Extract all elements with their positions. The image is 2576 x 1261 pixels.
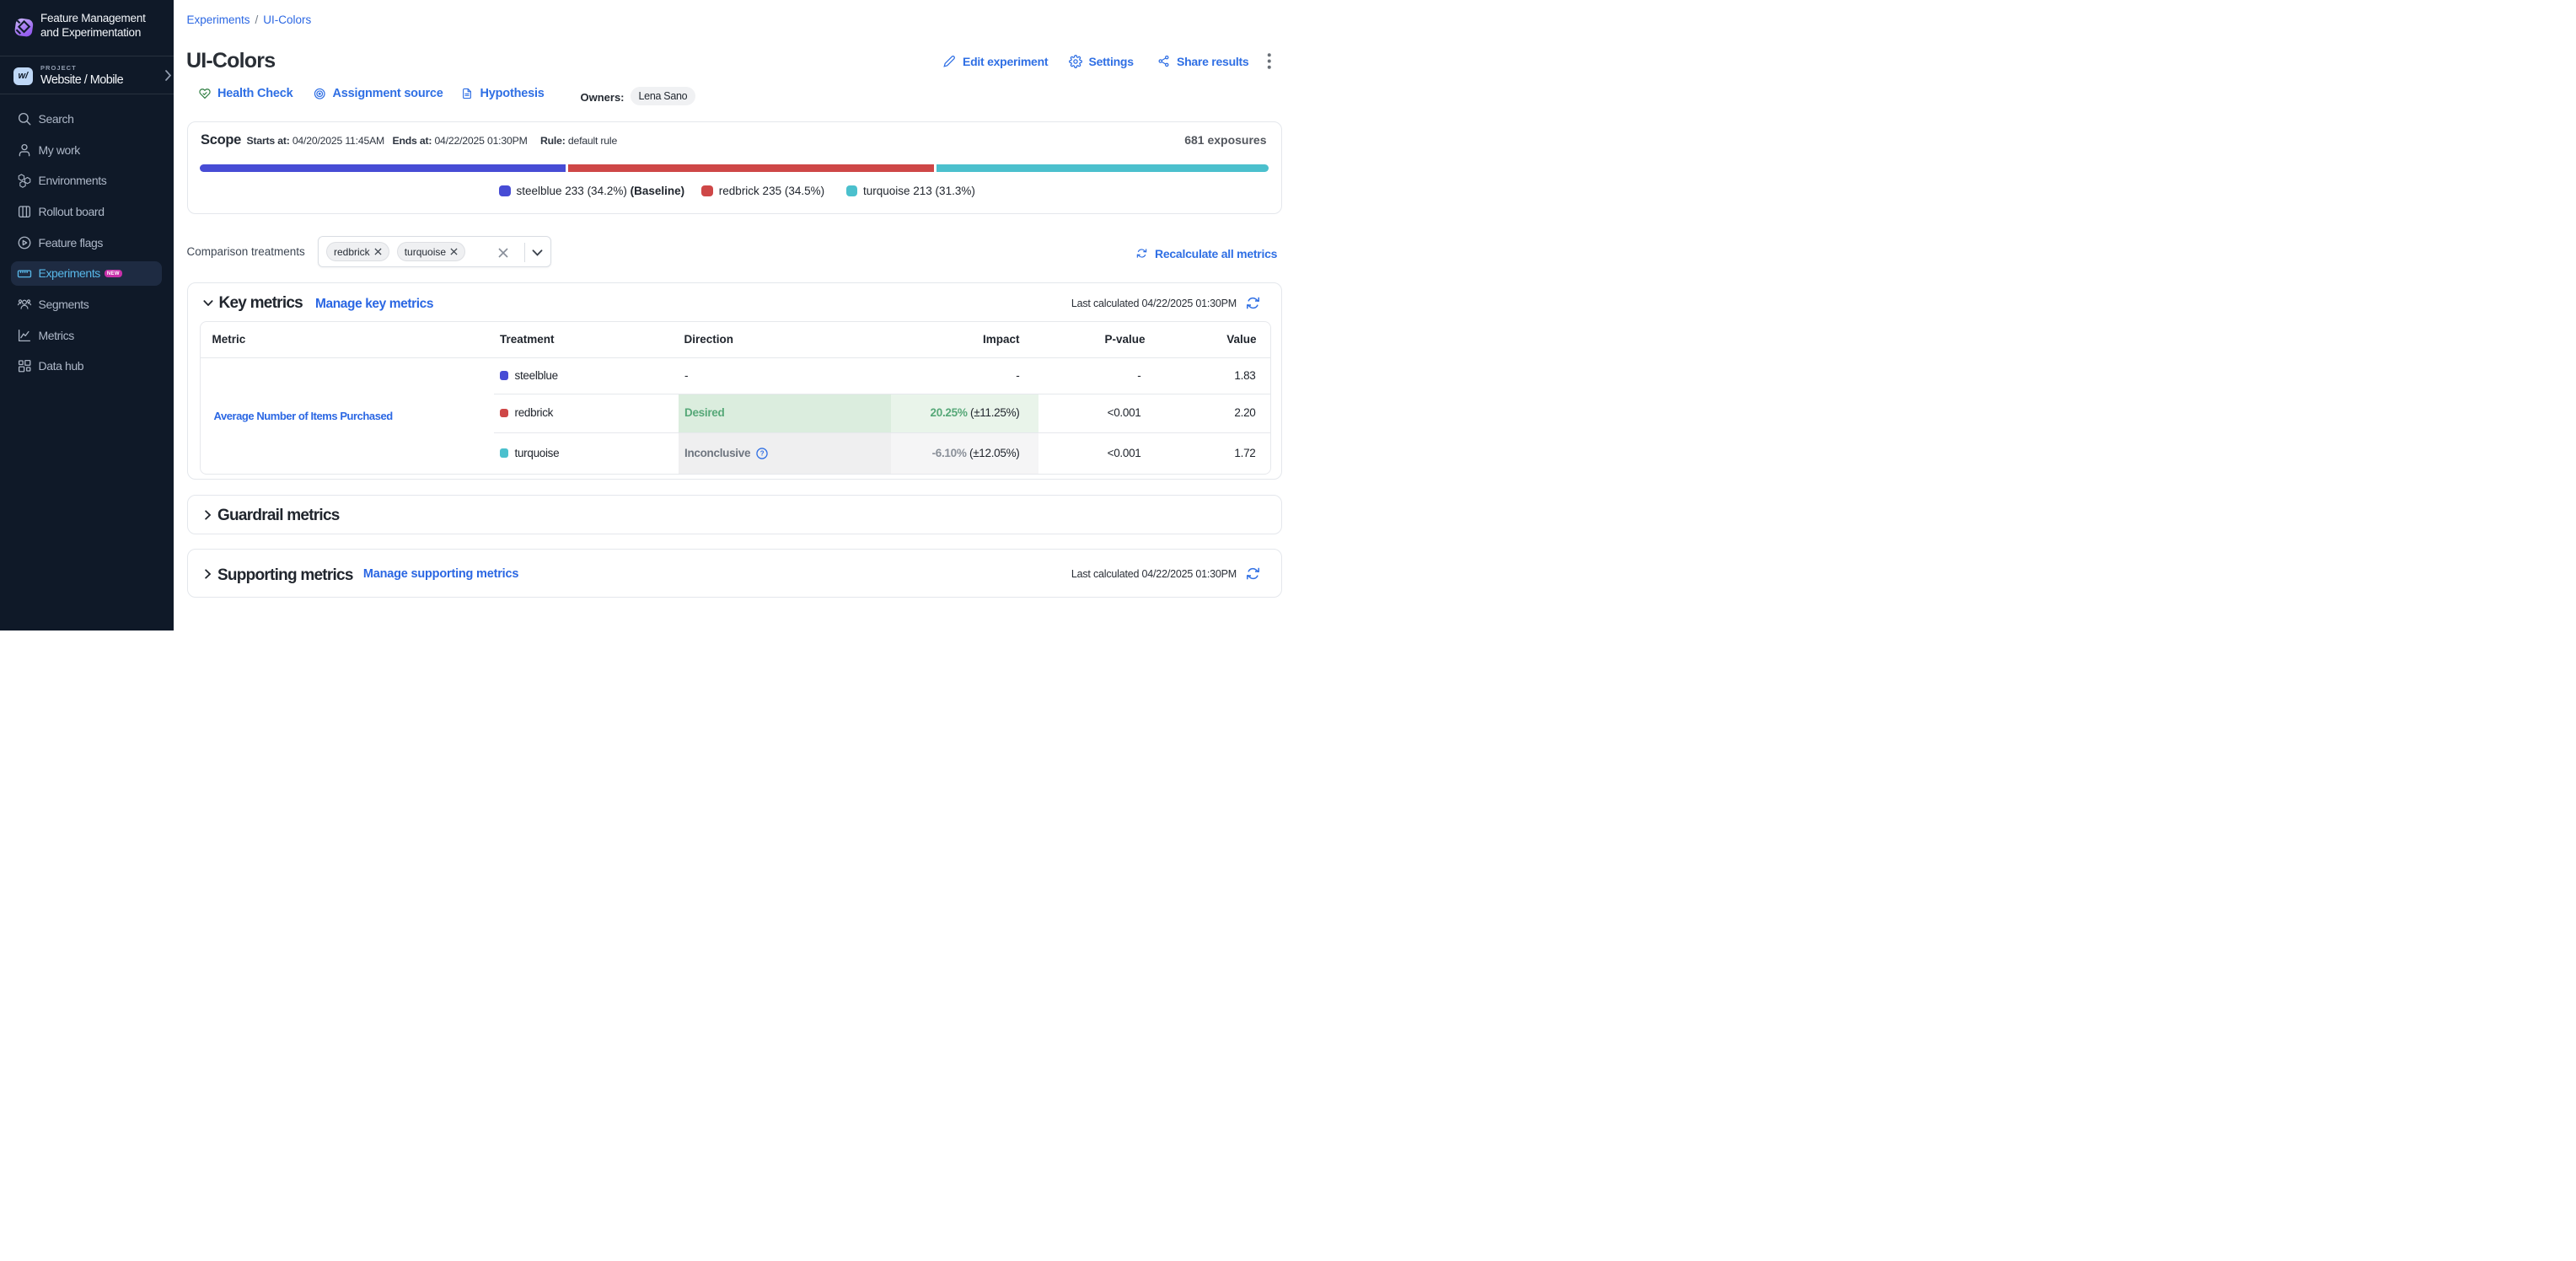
svg-text:?: ? [760,449,765,457]
